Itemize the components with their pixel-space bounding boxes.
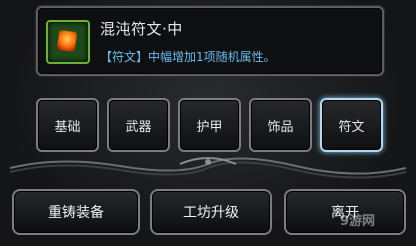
item-description: 【符文】中幅增加1项随机属性。 [100, 50, 276, 64]
fire-rune-icon [56, 29, 78, 53]
item-info-panel: 混沌符文·中 【符文】中幅增加1项随机属性。 [36, 6, 384, 76]
decorative-divider [9, 157, 407, 179]
tab-weapon[interactable]: 武器 [107, 98, 170, 152]
watermark-logo: 9游网 [340, 214, 376, 229]
workshop-upgrade-button[interactable]: 工坊升级 [150, 189, 272, 235]
item-icon-slot [46, 20, 90, 64]
tab-armor[interactable]: 护甲 [178, 98, 241, 152]
item-name: 混沌符文·中 [100, 20, 183, 38]
tab-rune[interactable]: 符文 [320, 98, 383, 152]
recast-equipment-button[interactable]: 重铸装备 [12, 189, 140, 235]
tab-basic[interactable]: 基础 [36, 98, 99, 152]
tab-accessory[interactable]: 饰品 [249, 98, 312, 152]
